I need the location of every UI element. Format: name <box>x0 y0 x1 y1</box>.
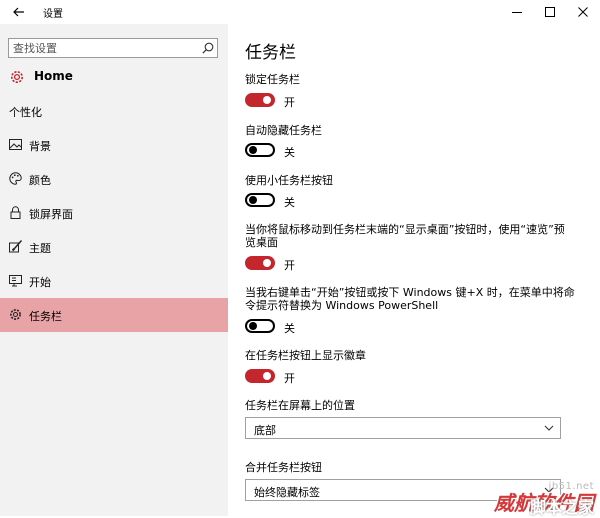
toggle-knob <box>249 146 257 154</box>
main-panel: 任务栏 锁定任务栏 开 自动隐藏任务栏 关 使用小任务栏按钮 关 当你将鼠标移动… <box>228 24 600 516</box>
sidebar: Home 个性化 背景 颜色 锁屏界面 主题 <box>0 24 228 516</box>
toggle-state: 开 <box>284 259 295 272</box>
sidebar-item-lock-screen[interactable]: 锁屏界面 <box>0 196 228 230</box>
watermark-subtext: 脚本之家 <box>529 498 594 517</box>
section-label: 个性化 <box>9 106 42 119</box>
toggle-state: 关 <box>284 146 295 159</box>
home-link[interactable]: Home <box>0 64 228 90</box>
home-label: Home <box>34 69 73 83</box>
setting-label: 自动隐藏任务栏 <box>245 124 322 137</box>
sidebar-item-label: 背景 <box>29 140 51 153</box>
toggle-knob <box>249 322 257 330</box>
toggle-peek[interactable] <box>245 256 275 270</box>
position-label: 任务栏在屏幕上的位置 <box>245 399 355 412</box>
sidebar-item-colors[interactable]: 颜色 <box>0 162 228 196</box>
close-button[interactable] <box>566 0 600 24</box>
toggle-knob <box>263 259 271 267</box>
setting-label: 当你将鼠标移动到任务栏末端的“显示桌面”按钮时，使用“速览”预览桌面 <box>245 223 565 249</box>
lock-icon <box>10 206 21 219</box>
setting-label: 在任务栏按钮上显示徽章 <box>245 349 366 362</box>
sidebar-item-label: 主题 <box>29 242 51 255</box>
toggle-state: 关 <box>284 322 295 335</box>
palette-icon <box>9 172 22 185</box>
sidebar-item-label: 锁屏界面 <box>29 208 73 221</box>
maximize-button[interactable] <box>533 0 567 24</box>
toggle-knob <box>263 372 271 380</box>
window-title: 设置 <box>43 9 63 20</box>
sidebar-item-themes[interactable]: 主题 <box>0 230 228 264</box>
page-title: 任务栏 <box>245 43 296 63</box>
setting-label: 锁定任务栏 <box>245 73 300 86</box>
toggle-state: 关 <box>284 196 295 209</box>
title-bar: 设置 <box>0 0 600 24</box>
search-icon[interactable] <box>202 42 214 54</box>
position-dropdown[interactable]: 底部 <box>245 417 561 439</box>
gear-icon <box>10 309 21 320</box>
dropdown-value: 始终隐藏标签 <box>254 486 320 499</box>
combine-label: 合并任务栏按钮 <box>245 461 322 474</box>
close-icon <box>578 7 588 17</box>
start-icon <box>9 275 22 287</box>
toggle-state: 开 <box>284 372 295 385</box>
chevron-down-icon <box>544 425 554 431</box>
search-input[interactable] <box>13 39 193 57</box>
sidebar-item-label: 任务栏 <box>29 310 62 323</box>
sidebar-item-label: 开始 <box>29 276 51 289</box>
toggle-knob <box>249 196 257 204</box>
toggle-powershell[interactable] <box>245 319 275 333</box>
toggle-small-buttons[interactable] <box>245 193 275 207</box>
watermark: jb51.net 威航软件园 脚本之家 <box>494 481 594 517</box>
toggle-lock-taskbar[interactable] <box>245 93 275 107</box>
minimize-icon <box>512 12 522 13</box>
brush-icon <box>9 240 22 253</box>
sidebar-item-background[interactable]: 背景 <box>0 128 228 162</box>
maximize-icon <box>545 7 555 17</box>
setting-label: 当我右键单击“开始”按钮或按下 Windows 键+X 时，在菜单中将命令提示符… <box>245 286 575 312</box>
back-arrow-icon <box>13 7 24 17</box>
image-icon <box>9 139 22 150</box>
dropdown-value: 底部 <box>254 424 276 437</box>
search-box[interactable] <box>8 38 218 58</box>
setting-label: 使用小任务栏按钮 <box>245 174 333 187</box>
minimize-button[interactable] <box>500 0 534 24</box>
toggle-knob <box>263 96 271 104</box>
sidebar-item-label: 颜色 <box>29 174 51 187</box>
toggle-auto-hide[interactable] <box>245 143 275 157</box>
sidebar-item-start[interactable]: 开始 <box>0 264 228 298</box>
back-button[interactable] <box>8 2 30 22</box>
sidebar-item-taskbar[interactable]: 任务栏 <box>0 298 228 332</box>
toggle-state: 开 <box>284 96 295 109</box>
home-gear-icon <box>11 71 23 83</box>
toggle-badges[interactable] <box>245 369 275 383</box>
